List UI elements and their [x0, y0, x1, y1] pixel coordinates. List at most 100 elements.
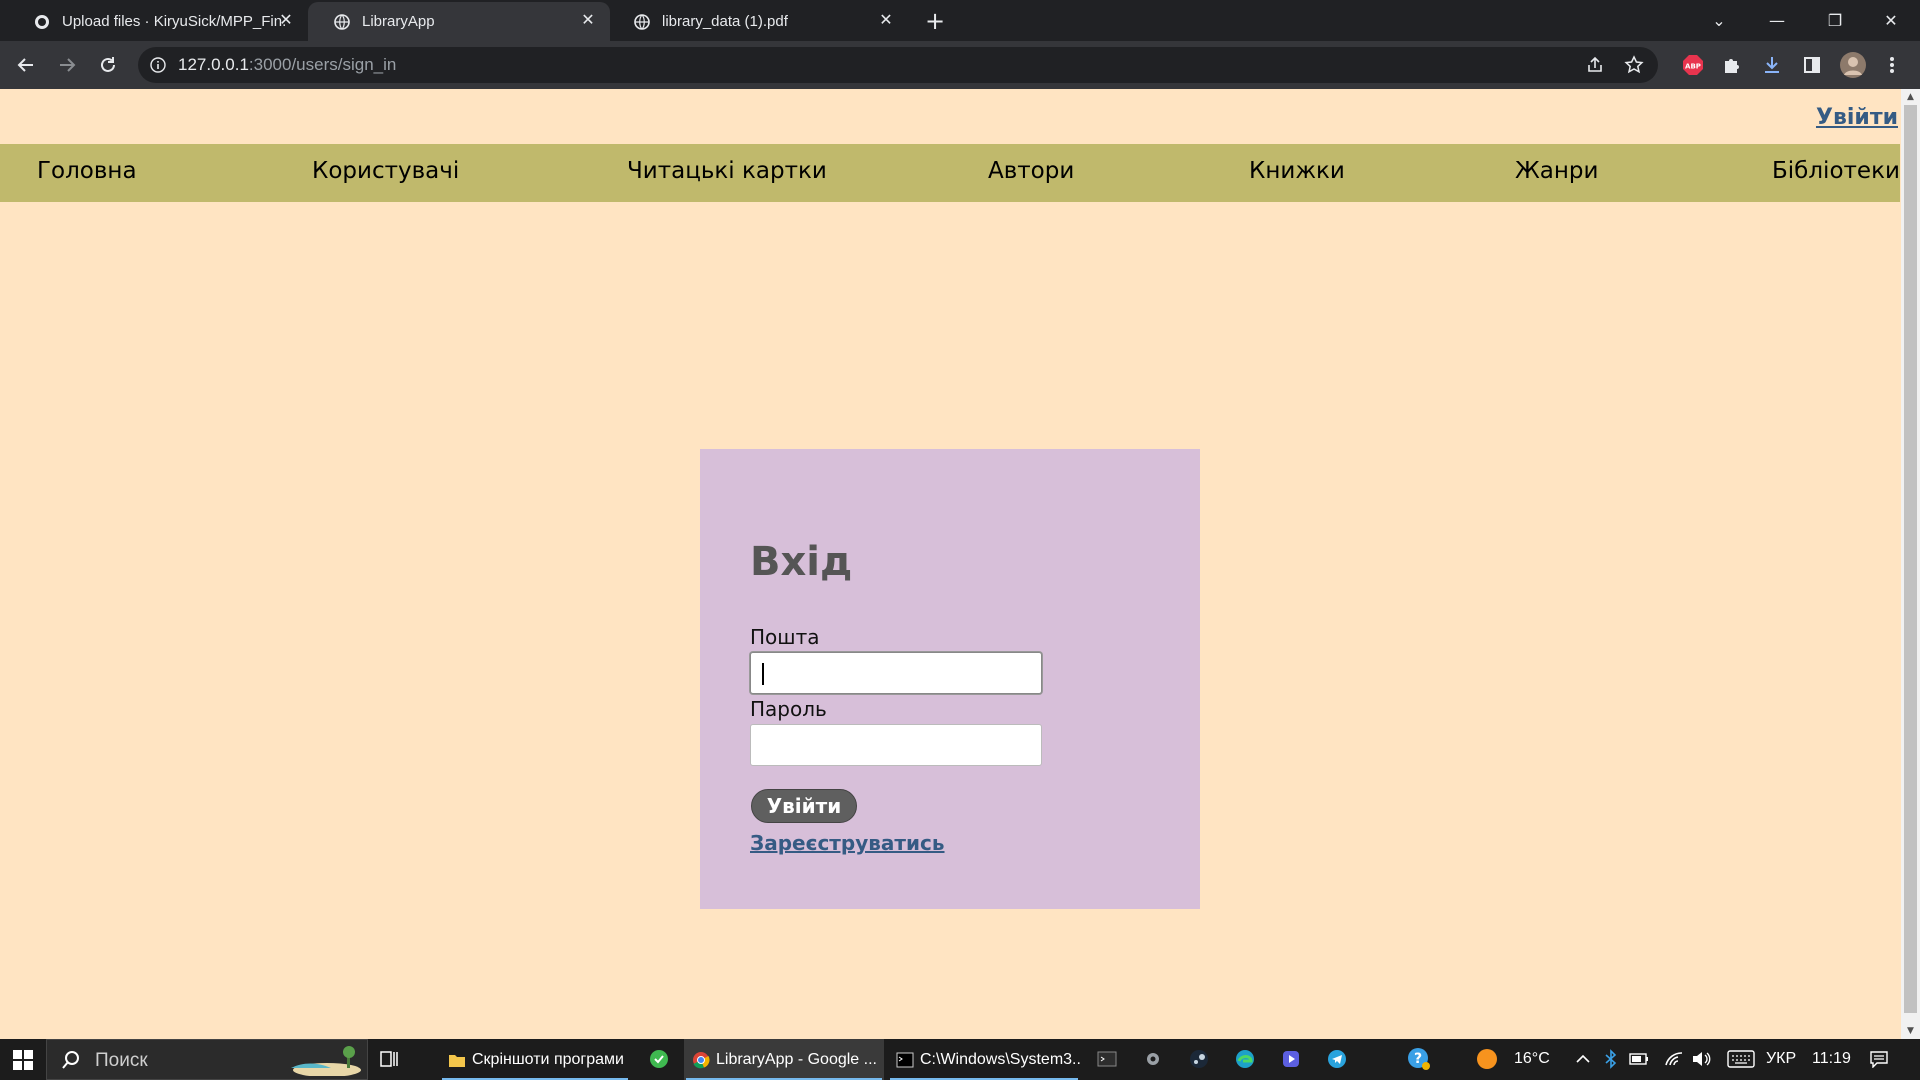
taskbar-app-chrome-libraryapp[interactable]: LibraryApp - Google ... — [684, 1039, 884, 1080]
battery-icon[interactable] — [1628, 1048, 1650, 1070]
search-icon — [62, 1051, 79, 1069]
adblock-extension-button[interactable]: ABP — [1681, 53, 1705, 77]
search-highlight-illustration-icon — [291, 1046, 363, 1076]
nav-reader-cards[interactable]: Читацькі картки — [627, 158, 827, 184]
folder-icon — [449, 1054, 465, 1067]
start-button[interactable] — [0, 1039, 46, 1080]
taskbar-app-screenshots-folder[interactable]: Скріншоти програми — [440, 1039, 630, 1080]
tab-search-chevron-icon[interactable]: ⌄ — [1690, 0, 1748, 40]
login-title: Вхід — [750, 539, 853, 585]
steam-app-icon[interactable] — [1188, 1048, 1210, 1070]
email-field[interactable] — [750, 652, 1042, 694]
close-window-button[interactable]: ✕ — [1862, 0, 1920, 40]
globe-icon — [334, 14, 350, 30]
password-field[interactable] — [750, 724, 1042, 766]
nav-books[interactable]: Книжки — [1249, 158, 1345, 184]
side-panel-button[interactable] — [1800, 53, 1824, 77]
telegram-app-icon[interactable] — [1326, 1048, 1348, 1070]
close-tab-icon[interactable]: ✕ — [580, 13, 596, 29]
chrome-icon — [693, 1051, 710, 1068]
scrollbar-thumb[interactable] — [1904, 105, 1917, 1013]
info-icon[interactable] — [150, 57, 166, 73]
taskbar-app-label: C:\Windows\System3... — [920, 1050, 1080, 1068]
url-host: 127.0.0.1 — [178, 55, 249, 74]
new-tab-button[interactable]: + — [922, 8, 948, 34]
nav-genres[interactable]: Жанри — [1515, 158, 1598, 184]
side-panel-icon — [1804, 57, 1820, 73]
share-icon[interactable] — [1586, 56, 1604, 74]
vpn-app-icon[interactable] — [648, 1048, 670, 1070]
wifi-icon[interactable] — [1663, 1048, 1685, 1070]
reload-button[interactable] — [96, 53, 120, 77]
forward-button[interactable] — [55, 53, 79, 77]
input-language[interactable]: УКР — [1766, 1050, 1796, 1068]
touch-keyboard-icon[interactable] — [1726, 1048, 1756, 1070]
tab-libraryapp[interactable]: LibraryApp ✕ — [308, 2, 610, 41]
email-label: Пошта — [750, 625, 820, 649]
nav-home[interactable]: Головна — [37, 158, 137, 184]
show-hidden-icons-chevron-icon[interactable] — [1572, 1048, 1594, 1070]
browser-tab-strip: Upload files · KiryuSick/MPP_Fin... ✕ Li… — [0, 0, 1920, 41]
downloads-button[interactable] — [1760, 53, 1784, 77]
taskbar-search-box[interactable]: Поиск — [46, 1039, 368, 1080]
vertical-scrollbar[interactable]: ▲ ▼ — [1901, 89, 1920, 1039]
task-view-icon[interactable] — [378, 1048, 400, 1070]
weather-temperature[interactable]: 16°C — [1514, 1050, 1550, 1068]
tab-title: LibraryApp — [362, 13, 435, 30]
tab-upload-files[interactable]: Upload files · KiryuSick/MPP_Fin... ✕ — [8, 2, 308, 41]
scroll-up-arrow-icon[interactable]: ▲ — [1905, 92, 1916, 102]
notifications-icon[interactable] — [1868, 1048, 1890, 1070]
reload-icon — [101, 57, 115, 72]
close-tab-icon[interactable]: ✕ — [278, 13, 294, 29]
terminal-app-icon[interactable] — [1096, 1048, 1118, 1070]
tab-title: Upload files · KiryuSick/MPP_Fin... — [62, 13, 287, 30]
globe-icon — [634, 14, 650, 30]
avatar-icon — [1840, 52, 1866, 78]
taskbar-app-label: Скріншоти програми — [472, 1050, 624, 1068]
register-link[interactable]: Зареєструватись — [750, 831, 945, 855]
windows-taskbar: Поиск Скріншоти програми LibraryApp - Go… — [0, 1039, 1920, 1080]
media-app-icon[interactable] — [1280, 1048, 1302, 1070]
extensions-button[interactable] — [1720, 53, 1744, 77]
header-login-link[interactable]: Увійти — [1816, 105, 1898, 130]
windows-logo-icon — [13, 1049, 33, 1070]
nav-libraries[interactable]: Бібліотеки — [1772, 158, 1900, 184]
profile-avatar-button[interactable] — [1840, 52, 1866, 78]
back-button[interactable] — [14, 53, 38, 77]
adblock-icon: ABP — [1683, 55, 1703, 75]
arrow-left-icon — [17, 58, 33, 72]
weather-sun-icon[interactable] — [1476, 1048, 1498, 1070]
address-bar[interactable]: 127.0.0.1:3000/users/sign_in — [138, 47, 1658, 83]
close-tab-icon[interactable]: ✕ — [878, 13, 894, 29]
scroll-down-arrow-icon[interactable]: ▼ — [1905, 1026, 1916, 1036]
tab-title: library_data (1).pdf — [662, 13, 788, 30]
help-icon[interactable]: ? — [1406, 1046, 1432, 1072]
text-caret — [762, 663, 764, 685]
puzzle-piece-icon — [1725, 59, 1739, 73]
settings-gear-app-icon[interactable] — [1142, 1048, 1164, 1070]
github-favicon-icon — [35, 15, 49, 29]
nav-authors[interactable]: Автори — [988, 158, 1074, 184]
minimize-button[interactable]: — — [1748, 0, 1806, 40]
taskbar-app-cmd[interactable]: C:\Windows\System3... — [888, 1039, 1080, 1080]
url-path: :3000/users/sign_in — [248, 55, 397, 74]
browser-toolbar: 127.0.0.1:3000/users/sign_in ABP — [0, 41, 1920, 89]
bluetooth-icon[interactable] — [1600, 1048, 1622, 1070]
volume-icon[interactable] — [1690, 1048, 1712, 1070]
edge-app-icon[interactable] — [1234, 1048, 1256, 1070]
tab-library-data-pdf[interactable]: library_data (1).pdf ✕ — [608, 2, 908, 41]
page-viewport: Увійти Головна Користувачі Читацькі карт… — [0, 89, 1920, 1039]
system-clock[interactable]: 11:19 — [1812, 1050, 1851, 1068]
main-navbar: Головна Користувачі Читацькі картки Авто… — [0, 144, 1900, 202]
search-placeholder: Поиск — [95, 1050, 148, 1071]
svg-text:?: ? — [1414, 1051, 1422, 1067]
chrome-menu-button[interactable] — [1880, 53, 1904, 77]
download-icon — [1765, 57, 1779, 73]
arrow-right-icon — [60, 58, 76, 72]
restore-button[interactable]: ❐ — [1806, 0, 1864, 40]
svg-text:ABP: ABP — [1685, 63, 1701, 71]
kebab-menu-icon — [1890, 57, 1894, 73]
bookmark-star-icon[interactable] — [1624, 55, 1644, 75]
nav-users[interactable]: Користувачі — [312, 158, 459, 184]
login-submit-button[interactable]: Увійти — [751, 789, 857, 823]
